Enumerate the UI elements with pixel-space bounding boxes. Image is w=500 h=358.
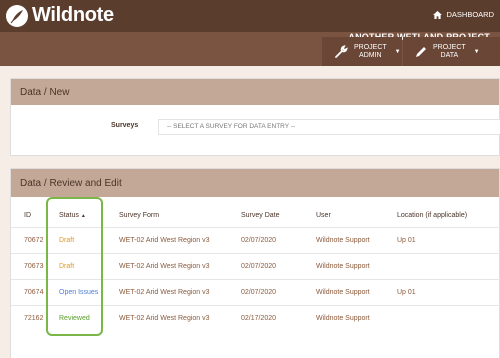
dashboard-link[interactable]: DASHBOARD xyxy=(433,10,494,19)
cell-id[interactable]: 72162 xyxy=(11,304,46,331)
column-survey-form[interactable]: Survey Form xyxy=(106,205,228,227)
cell-user[interactable]: Wildnote Support xyxy=(303,226,384,253)
project-data-label: PROJECT DATA xyxy=(433,43,466,59)
cell-date[interactable]: 02/07/2020 xyxy=(228,278,303,305)
cell-user[interactable]: Wildnote Support xyxy=(303,304,384,331)
data-new-panel: Data / New Surveys -- SELECT A SURVEY FO… xyxy=(10,78,500,156)
project-admin-label: PROJECT ADMIN xyxy=(354,43,387,59)
cell-form[interactable]: WET-02 Arid West Region v3 xyxy=(106,252,228,279)
project-data-menu[interactable]: PROJECT DATA ▼ xyxy=(403,37,500,66)
caret-down-icon: ▼ xyxy=(473,48,480,55)
survey-select[interactable]: -- SELECT A SURVEY FOR DATA ENTRY -- xyxy=(158,119,500,135)
top-bar: Wildnote DASHBOARD xyxy=(0,0,500,32)
status-column-highlight xyxy=(46,197,103,336)
cell-id[interactable]: 70672 xyxy=(11,226,46,253)
cell-location[interactable]: Up 01 xyxy=(384,226,500,253)
data-new-title: Data / New xyxy=(11,79,499,105)
cell-user[interactable]: Wildnote Support xyxy=(303,252,384,279)
wrench-icon xyxy=(335,44,348,58)
surveys-label: Surveys xyxy=(111,122,139,129)
data-review-title: Data / Review and Edit xyxy=(11,169,499,197)
column-location[interactable]: Location (if applicable) xyxy=(384,205,500,227)
cell-date[interactable]: 02/07/2020 xyxy=(228,226,303,253)
dashboard-label: DASHBOARD xyxy=(446,10,494,19)
pencil-icon xyxy=(416,46,426,57)
caret-down-icon: ▼ xyxy=(394,48,401,55)
cell-location[interactable]: Up 01 xyxy=(384,278,500,305)
cell-date[interactable]: 02/17/2020 xyxy=(228,304,303,331)
column-survey-date[interactable]: Survey Date xyxy=(228,205,303,227)
cell-date[interactable]: 02/07/2020 xyxy=(228,252,303,279)
cell-location[interactable] xyxy=(384,304,500,331)
cell-form[interactable]: WET-02 Arid West Region v3 xyxy=(106,304,228,331)
cell-id[interactable]: 70673 xyxy=(11,252,46,279)
cell-form[interactable]: WET-02 Arid West Region v3 xyxy=(106,278,228,305)
home-icon xyxy=(433,10,443,19)
logo[interactable]: Wildnote xyxy=(6,4,114,27)
logo-text: Wildnote xyxy=(32,4,114,26)
cell-form[interactable]: WET-02 Arid West Region v3 xyxy=(106,226,228,253)
column-id[interactable]: ID xyxy=(11,205,46,227)
project-admin-menu[interactable]: PROJECT ADMIN ▼ xyxy=(322,37,402,66)
survey-row: Surveys -- SELECT A SURVEY FOR DATA ENTR… xyxy=(11,119,500,135)
cell-user[interactable]: Wildnote Support xyxy=(303,278,384,305)
cell-location[interactable] xyxy=(384,252,500,279)
cell-id[interactable]: 70674 xyxy=(11,278,46,305)
column-user[interactable]: User xyxy=(303,205,384,227)
feather-icon xyxy=(6,4,28,27)
